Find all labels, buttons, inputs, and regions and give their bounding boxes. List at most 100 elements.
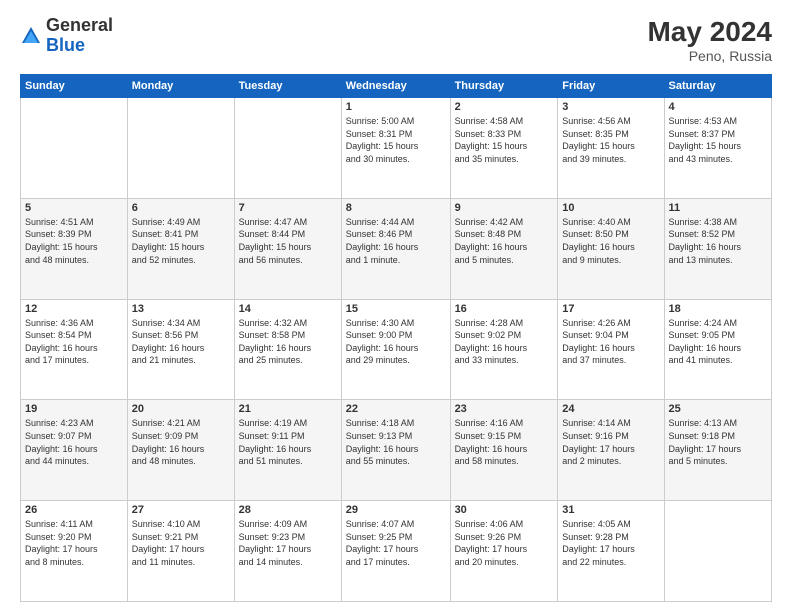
title-block: May 2024 Peno, Russia [647,16,772,64]
table-row: 20Sunrise: 4:21 AMSunset: 9:09 PMDayligh… [127,400,234,501]
table-row: 6Sunrise: 4:49 AMSunset: 8:41 PMDaylight… [127,198,234,299]
day-info: Sunrise: 4:42 AMSunset: 8:48 PMDaylight:… [455,216,554,266]
table-row: 15 Sunrise: 4:30 AMSunset: 9:00 PMDayligh… [341,299,450,400]
day-info: Sunrise: 4:30 AMSunset: 9:00 PMDaylight:… [346,317,446,367]
day-info: Sunrise: 4:18 AMSunset: 9:13 PMDaylight:… [346,417,446,467]
day-number: 4 [669,101,767,113]
table-row: 23Sunrise: 4:16 AMSunset: 9:15 PMDayligh… [450,400,558,501]
day-info: Sunrise: 4:28 AMSunset: 9:02 PMDaylight:… [455,317,554,367]
day-number: 17 [562,303,659,315]
day-number: 9 [455,202,554,214]
day-number: 1 [346,101,446,113]
table-row [664,501,771,602]
day-number: 14 [239,303,337,315]
day-number: 10 [562,202,659,214]
day-number: 30 [455,504,554,516]
day-number: 18 [669,303,767,315]
day-number: 27 [132,504,230,516]
day-number: 29 [346,504,446,516]
table-row: 28Sunrise: 4:09 AMSunset: 9:23 PMDayligh… [234,501,341,602]
table-row: 11 Sunrise: 4:38 AMSunset: 8:52 PMDayligh… [664,198,771,299]
day-info: Sunrise: 4:23 AMSunset: 9:07 PMDaylight:… [25,417,123,467]
day-info: Sunrise: 4:34 AMSunset: 8:56 PMDaylight:… [132,317,230,367]
day-number: 15 [346,303,446,315]
day-number: 13 [132,303,230,315]
day-info: Sunrise: 4:09 AMSunset: 9:23 PMDaylight:… [239,518,337,568]
day-info: Sunrise: 4:13 AMSunset: 9:18 PMDaylight:… [669,417,767,467]
day-number: 23 [455,403,554,415]
month-year-title: May 2024 [647,16,772,48]
day-number: 24 [562,403,659,415]
day-info: Sunrise: 5:00 AMSunset: 8:31 PMDaylight:… [346,115,446,165]
day-info: Sunrise: 4:24 AMSunset: 9:05 PMDaylight:… [669,317,767,367]
table-row: 13 Sunrise: 4:34 AMSunset: 8:56 PMDayligh… [127,299,234,400]
table-row: 12Sunrise: 4:36 AMSunset: 8:54 PMDayligh… [21,299,128,400]
table-row: 8 Sunrise: 4:44 AMSunset: 8:46 PMDaylight… [341,198,450,299]
header-saturday: Saturday [664,75,771,98]
day-info: Sunrise: 4:10 AMSunset: 9:21 PMDaylight:… [132,518,230,568]
table-row: 29Sunrise: 4:07 AMSunset: 9:25 PMDayligh… [341,501,450,602]
day-info: Sunrise: 4:14 AMSunset: 9:16 PMDaylight:… [562,417,659,467]
day-info: Sunrise: 4:53 AMSunset: 8:37 PMDaylight:… [669,115,767,165]
header-monday: Monday [127,75,234,98]
day-number: 2 [455,101,554,113]
table-row [127,98,234,199]
day-info: Sunrise: 4:47 AMSunset: 8:44 PMDaylight:… [239,216,337,266]
table-row: 18 Sunrise: 4:24 AMSunset: 9:05 PMDayligh… [664,299,771,400]
header-sunday: Sunday [21,75,128,98]
header-wednesday: Wednesday [341,75,450,98]
day-number: 20 [132,403,230,415]
day-info: Sunrise: 4:26 AMSunset: 9:04 PMDaylight:… [562,317,659,367]
day-number: 8 [346,202,446,214]
day-info: Sunrise: 4:19 AMSunset: 9:11 PMDaylight:… [239,417,337,467]
logo-general-text: General [46,15,113,35]
day-number: 11 [669,202,767,214]
day-number: 22 [346,403,446,415]
table-row: 19 Sunrise: 4:23 AMSunset: 9:07 PMDayligh… [21,400,128,501]
table-row: 24 Sunrise: 4:14 AMSunset: 9:16 PMDayligh… [558,400,664,501]
table-row: 26Sunrise: 4:11 AMSunset: 9:20 PMDayligh… [21,501,128,602]
day-info: Sunrise: 4:40 AMSunset: 8:50 PMDaylight:… [562,216,659,266]
table-row: 25 Sunrise: 4:13 AMSunset: 9:18 PMDayligh… [664,400,771,501]
page: General Blue May 2024 Peno, Russia Sunda… [0,0,792,612]
day-info: Sunrise: 4:56 AMSunset: 8:35 PMDaylight:… [562,115,659,165]
table-row: 7 Sunrise: 4:47 AMSunset: 8:44 PMDaylight… [234,198,341,299]
day-info: Sunrise: 4:44 AMSunset: 8:46 PMDaylight:… [346,216,446,266]
table-row: 3 Sunrise: 4:56 AMSunset: 8:35 PMDaylight… [558,98,664,199]
day-number: 7 [239,202,337,214]
day-info: Sunrise: 4:51 AMSunset: 8:39 PMDaylight:… [25,216,123,266]
table-row: 14 Sunrise: 4:32 AMSunset: 8:58 PMDayligh… [234,299,341,400]
logo-icon [20,25,42,47]
table-row: 17 Sunrise: 4:26 AMSunset: 9:04 PMDayligh… [558,299,664,400]
location-text: Peno, Russia [647,48,772,64]
table-row: 22 Sunrise: 4:18 AMSunset: 9:13 PMDayligh… [341,400,450,501]
header-thursday: Thursday [450,75,558,98]
table-row: 16 Sunrise: 4:28 AMSunset: 9:02 PMDayligh… [450,299,558,400]
day-info: Sunrise: 4:58 AMSunset: 8:33 PMDaylight:… [455,115,554,165]
header-friday: Friday [558,75,664,98]
day-number: 19 [25,403,123,415]
day-info: Sunrise: 4:32 AMSunset: 8:58 PMDaylight:… [239,317,337,367]
day-number: 3 [562,101,659,113]
table-row: 5Sunrise: 4:51 AMSunset: 8:39 PMDaylight… [21,198,128,299]
table-row [21,98,128,199]
day-info: Sunrise: 4:38 AMSunset: 8:52 PMDaylight:… [669,216,767,266]
day-number: 21 [239,403,337,415]
day-number: 16 [455,303,554,315]
table-row: 21 Sunrise: 4:19 AMSunset: 9:11 PMDayligh… [234,400,341,501]
table-row: 10 Sunrise: 4:40 AMSunset: 8:50 PMDayligh… [558,198,664,299]
logo: General Blue [20,16,113,56]
table-row: 1 Sunrise: 5:00 AMSunset: 8:31 PMDaylight… [341,98,450,199]
table-row: 27 Sunrise: 4:10 AMSunset: 9:21 PMDayligh… [127,501,234,602]
table-row: 31Sunrise: 4:05 AMSunset: 9:28 PMDayligh… [558,501,664,602]
table-row [234,98,341,199]
day-info: Sunrise: 4:06 AMSunset: 9:26 PMDaylight:… [455,518,554,568]
calendar-week-1: 1 Sunrise: 5:00 AMSunset: 8:31 PMDaylight… [21,98,772,199]
day-number: 26 [25,504,123,516]
table-row: 9 Sunrise: 4:42 AMSunset: 8:48 PMDaylight… [450,198,558,299]
table-row: 2 Sunrise: 4:58 AMSunset: 8:33 PMDaylight… [450,98,558,199]
day-number: 25 [669,403,767,415]
header: General Blue May 2024 Peno, Russia [20,16,772,64]
day-number: 31 [562,504,659,516]
table-row: 4 Sunrise: 4:53 AMSunset: 8:37 PMDaylight… [664,98,771,199]
